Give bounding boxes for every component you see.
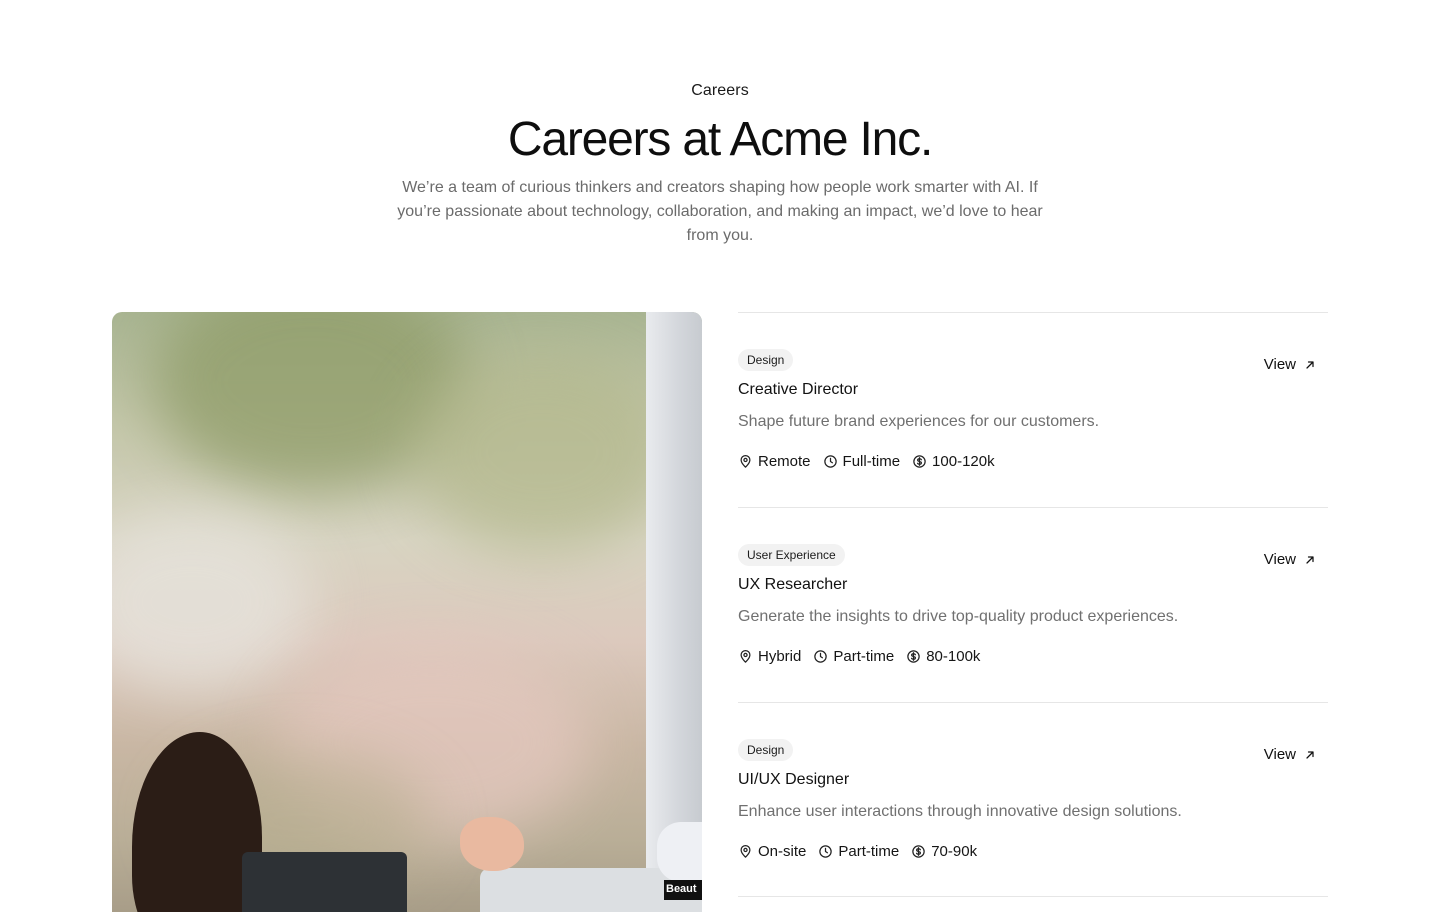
map-pin-icon	[740, 454, 751, 468]
view-job-link[interactable]: View	[1264, 746, 1316, 763]
job-meta: Remote Full-time 100-120k	[738, 453, 995, 470]
photo-foliage	[412, 352, 672, 552]
job-location: Hybrid	[738, 648, 801, 665]
page-title: Careers at Acme Inc.	[507, 113, 933, 166]
section-eyebrow: Careers	[691, 82, 749, 99]
job-type-label: Part-time	[838, 843, 900, 860]
map-pin-icon	[740, 844, 751, 858]
job-title: UI/UX Designer	[738, 771, 850, 788]
photo-light	[112, 512, 312, 692]
job-type: Part-time	[813, 648, 894, 665]
job-type-label: Part-time	[833, 648, 895, 665]
job-salary-label: 70-90k	[931, 843, 978, 860]
job-category-badge: User Experience	[738, 544, 845, 566]
job-salary-label: 100-120k	[932, 453, 995, 470]
job-description: Shape future brand experiences for our c…	[738, 413, 1100, 430]
view-job-link[interactable]: View	[1264, 356, 1316, 373]
job-description: Enhance user interactions through innova…	[738, 803, 1182, 820]
arrow-up-right-icon	[1306, 750, 1314, 759]
dollar-circle-icon	[912, 845, 925, 858]
arrow-up-right-icon	[1306, 555, 1314, 564]
job-salary-label: 80-100k	[926, 648, 981, 665]
job-description: Generate the insights to drive top-quali…	[738, 608, 1179, 625]
job-type: Part-time	[818, 843, 899, 860]
job-category-badge: Design	[738, 349, 794, 371]
photo-sticker: Beaut	[664, 880, 702, 900]
arrow-up-right-icon	[1306, 360, 1314, 369]
job-salary: 80-100k	[906, 648, 980, 665]
job-location: Remote	[738, 453, 811, 470]
job-category-badge: Design	[738, 739, 794, 761]
clock-icon	[823, 455, 837, 468]
dollar-circle-icon	[907, 650, 920, 663]
job-title: UX Researcher	[738, 576, 848, 593]
job-salary: 70-90k	[911, 843, 977, 860]
map-pin-icon	[740, 649, 751, 663]
view-job-label: View	[1263, 356, 1296, 373]
job-meta: Hybrid Part-time 80-100k	[738, 648, 980, 665]
job-type: Full-time	[823, 453, 901, 470]
job-listing: Design Creative Director Shape future br…	[738, 312, 1328, 507]
job-location-label: Hybrid	[758, 648, 802, 665]
job-title: Creative Director	[738, 381, 859, 398]
view-job-link[interactable]: View	[1264, 551, 1316, 568]
team-photo: Beaut	[112, 312, 702, 912]
view-job-label: View	[1263, 551, 1296, 568]
page-subtitle: We’re a team of curious thinkers and cre…	[397, 179, 1043, 244]
job-type-label: Full-time	[842, 453, 901, 470]
dollar-circle-icon	[913, 455, 926, 468]
clock-icon	[814, 650, 828, 663]
job-meta: On-site Part-time 70-90k	[738, 843, 977, 860]
photo-hand	[460, 817, 524, 871]
job-location-label: Remote	[758, 453, 811, 470]
job-location: On-site	[738, 843, 806, 860]
job-list: Design Creative Director Shape future br…	[738, 312, 1328, 897]
job-listing: Design UI/UX Designer Enhance user inter…	[738, 702, 1328, 897]
job-salary: 100-120k	[912, 453, 995, 470]
photo-laptop	[242, 852, 407, 912]
job-location-label: On-site	[758, 843, 807, 860]
photo-sleeve	[657, 822, 702, 882]
clock-icon	[819, 845, 833, 858]
view-job-label: View	[1263, 746, 1296, 763]
job-listing: User Experience UX Researcher Generate t…	[738, 507, 1328, 702]
